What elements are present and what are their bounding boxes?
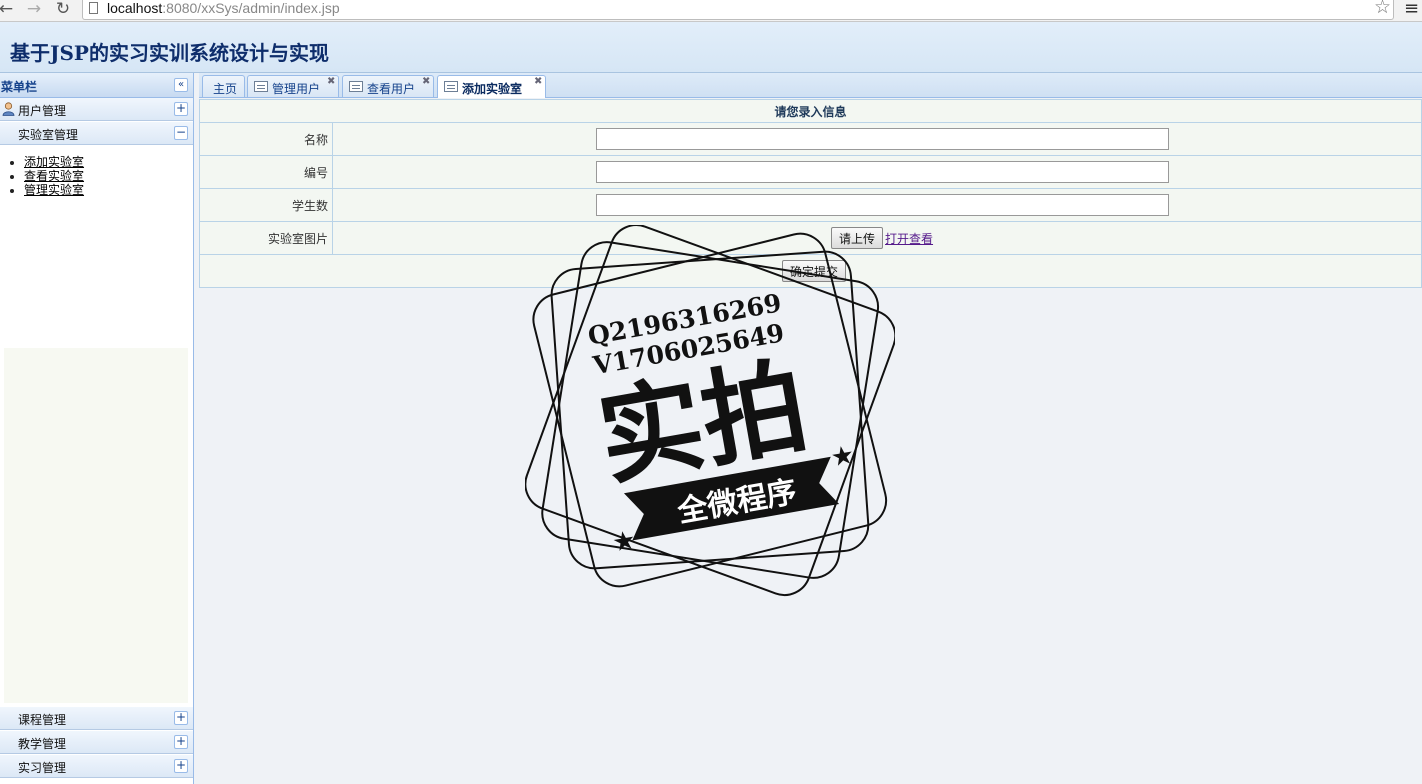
sidebar-section-course-management[interactable]: 课程管理 +: [0, 707, 193, 730]
sidebar: 菜单栏 « 用户管理 + 实验室管理 − 添加实验室 查看实验室 管理实验室 课…: [0, 73, 194, 784]
tab-label: 管理用户: [272, 82, 321, 96]
form-caption: 请您录入信息: [199, 99, 1422, 123]
sidebar-section-internship-management[interactable]: 实习管理 +: [0, 755, 193, 778]
watermark-stamp: Q2196316269 V1706025649 实拍 全微程序 ★ ★: [525, 225, 895, 596]
tab-page-icon: [444, 81, 458, 92]
app-title: 基于JSP的实习实训系统设计与实现: [10, 41, 329, 65]
expand-icon[interactable]: +: [174, 759, 188, 773]
tab-page-icon: [349, 81, 363, 92]
url-text: localhost:8080/xxSys/admin/index.jsp: [107, 0, 340, 16]
close-icon[interactable]: ✖: [534, 76, 542, 87]
star-icon: ★: [829, 440, 857, 474]
sidebar-section-label: 课程管理: [18, 713, 67, 727]
browser-menu-icon[interactable]: ≡: [1404, 0, 1419, 19]
list-item: 添加实验室: [24, 155, 84, 169]
back-arrow-icon[interactable]: ←: [0, 0, 14, 20]
collapse-icon[interactable]: −: [174, 126, 188, 140]
sidebar-title: 菜单栏: [1, 80, 38, 94]
star-icon: ★: [610, 525, 638, 559]
page-icon: [89, 2, 98, 14]
tab-manage-users[interactable]: 管理用户 ✖: [247, 75, 339, 97]
tab-add-lab[interactable]: 添加实验室 ✖: [437, 75, 546, 98]
tab-strip: 主页 管理用户 ✖ 查看用户 ✖ 添加实验室 ✖: [199, 73, 1422, 98]
add-lab-link[interactable]: 添加实验室: [24, 155, 84, 169]
sidebar-section-user-management[interactable]: 用户管理 +: [0, 98, 193, 121]
sidebar-section-teaching-management[interactable]: 教学管理 +: [0, 731, 193, 754]
close-icon[interactable]: ✖: [422, 76, 430, 87]
name-cell: [332, 122, 1422, 156]
tab-view-users[interactable]: 查看用户 ✖: [342, 75, 434, 97]
list-item: 管理实验室: [24, 183, 84, 197]
expand-icon[interactable]: +: [174, 711, 188, 725]
lab-submenu: 添加实验室 查看实验室 管理实验室: [10, 155, 84, 197]
expand-icon[interactable]: +: [174, 735, 188, 749]
sidebar-section-label: 实习管理: [18, 761, 67, 775]
collapse-sidebar-icon[interactable]: «: [174, 78, 188, 92]
browser-toolbar: ← → ↻ localhost:8080/xxSys/admin/index.j…: [0, 0, 1422, 22]
sidebar-section-lab-management[interactable]: 实验室管理 −: [0, 122, 193, 145]
sidebar-section-label: 用户管理: [18, 104, 67, 118]
code-cell: [332, 155, 1422, 189]
student-count-cell: [332, 188, 1422, 222]
tab-page-icon: [254, 81, 268, 92]
sidebar-section-label: 教学管理: [18, 737, 67, 751]
address-bar[interactable]: localhost:8080/xxSys/admin/index.jsp ☆: [82, 0, 1394, 20]
tab-home[interactable]: 主页: [202, 75, 245, 97]
view-lab-link[interactable]: 查看实验室: [24, 169, 84, 183]
name-input[interactable]: [596, 128, 1169, 150]
list-item: 查看实验室: [24, 169, 84, 183]
expand-icon[interactable]: +: [174, 102, 188, 116]
sidebar-section-label: 实验室管理: [18, 128, 79, 142]
name-label: 名称: [199, 122, 333, 156]
reload-icon[interactable]: ↻: [53, 0, 73, 20]
sidebar-header: 菜单栏 «: [0, 73, 193, 98]
manage-lab-link[interactable]: 管理实验室: [24, 183, 84, 197]
tab-label: 添加实验室: [462, 82, 523, 96]
tab-label: 主页: [213, 82, 238, 96]
student-count-input[interactable]: [596, 194, 1169, 216]
sidebar-panel-body: [4, 348, 188, 703]
bookmark-star-icon[interactable]: ☆: [1374, 0, 1391, 18]
code-input[interactable]: [596, 161, 1169, 183]
lab-image-label: 实验室图片: [199, 221, 333, 255]
app-header: 基于JSP的实习实训系统设计与实现: [0, 22, 1422, 73]
forward-arrow-icon[interactable]: →: [25, 0, 43, 20]
close-icon[interactable]: ✖: [327, 76, 335, 87]
student-count-label: 学生数: [199, 188, 333, 222]
user-icon: [2, 102, 15, 116]
tab-label: 查看用户: [367, 82, 416, 96]
code-label: 编号: [199, 155, 333, 189]
